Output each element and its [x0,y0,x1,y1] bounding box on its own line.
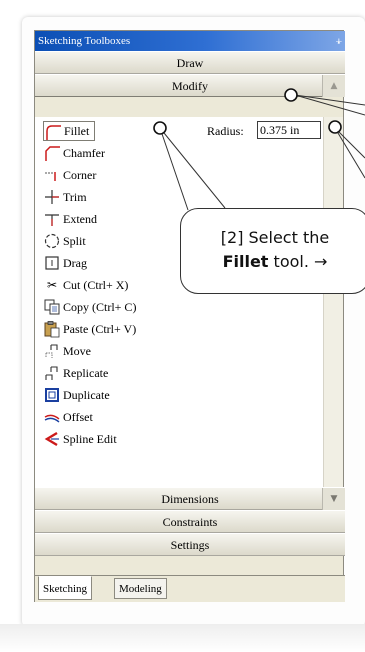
chamfer-icon [43,144,61,162]
tool-fillet[interactable]: Fillet [43,121,96,141]
tool-offset[interactable]: Offset [43,407,93,427]
section-dimensions-label: Dimensions [161,492,219,506]
scroll-up-button[interactable]: ▲ [322,75,345,97]
section-draw-label: Draw [176,56,204,70]
split-icon [43,232,61,250]
tool-split[interactable]: Split [43,231,86,251]
scroll-down-button[interactable]: ▼ [322,488,345,510]
callout-line-1: [2] Select the [220,228,330,247]
panel-title: Sketching Toolboxes [38,35,131,47]
radius-input[interactable] [257,121,321,139]
tool-move[interactable]: Move [43,341,91,361]
sketching-toolboxes-panel: Sketching Toolboxes ⨨ Draw Modify ▲ Fill… [34,30,345,602]
tool-label: Fillet [64,124,90,138]
section-dimensions[interactable]: Dimensions ▼ [35,487,345,510]
bottom-tabs: Sketching Modeling [35,575,345,602]
callout-line-2: Fillet tool. → [181,250,365,274]
trim-icon [43,188,61,206]
tool-spline-edit[interactable]: Spline Edit [43,429,117,449]
corner-icon [43,166,61,184]
paste-icon [43,320,61,338]
tab-modeling-label: Modeling [119,583,162,595]
drag-icon [43,254,61,272]
tool-label: Split [63,234,86,248]
instruction-callout: [2] Select the Fillet tool. → [180,208,365,294]
tool-label: Copy (Ctrl+ C) [63,300,137,314]
tool-label: Cut (Ctrl+ X) [63,278,129,292]
tool-duplicate[interactable]: Duplicate [43,385,110,405]
spline-edit-icon [43,430,61,448]
tool-label: Chamfer [63,146,105,160]
tool-label: Corner [63,168,97,182]
tool-label: Offset [63,410,93,424]
scissors-icon: ✂ [46,278,58,292]
section-constraints-label: Constraints [162,515,218,529]
tool-label: Spline Edit [63,432,117,446]
tool-replicate[interactable]: Replicate [43,363,108,383]
callout-bold: Fillet [222,252,269,271]
section-modify-label: Modify [172,79,208,93]
tool-label: Extend [63,212,97,226]
move-icon [43,342,61,360]
tab-modeling[interactable]: Modeling [114,578,167,599]
tool-extend[interactable]: Extend [43,209,97,229]
tool-list-scrollbar[interactable] [323,117,343,487]
right-arrow-icon: → [314,252,328,271]
extend-icon [43,210,61,228]
tool-paste[interactable]: Paste (Ctrl+ V) [43,319,136,339]
callout-suffix: tool. [273,252,309,271]
tool-corner[interactable]: Corner [43,165,96,185]
section-modify[interactable]: Modify ▲ [35,74,345,97]
section-settings-label: Settings [170,538,210,552]
section-draw[interactable]: Draw [35,51,345,74]
tool-cut[interactable]: ✂ Cut (Ctrl+ X) [43,275,128,295]
tool-label: Trim [63,190,87,204]
tool-label: Move [63,344,91,358]
offset-icon [43,408,61,426]
tool-copy[interactable]: Copy (Ctrl+ C) [43,297,136,317]
tool-label: Drag [63,256,87,270]
tool-chamfer[interactable]: Chamfer [43,143,105,163]
replicate-icon [43,364,61,382]
tool-label: Paste (Ctrl+ V) [63,322,137,336]
panel-title-bar: Sketching Toolboxes ⨨ [35,31,345,51]
tool-label: Replicate [63,366,109,380]
fillet-icon [44,123,62,141]
radius-label: Radius: [207,124,244,138]
pin-icon[interactable]: ⨨ [336,31,342,51]
tab-sketching-label: Sketching [43,583,87,595]
duplicate-icon [43,386,61,404]
tool-label: Duplicate [63,388,110,402]
tab-sketching[interactable]: Sketching [38,576,92,600]
modify-tool-list: Fillet Chamfer Corner Trim Extend Split … [35,117,325,487]
tool-trim[interactable]: Trim [43,187,87,207]
section-settings[interactable]: Settings [35,533,345,556]
tool-drag[interactable]: Drag [43,253,87,273]
reflection-shadow [0,624,365,652]
section-constraints[interactable]: Constraints [35,510,345,533]
copy-icon [43,298,61,316]
